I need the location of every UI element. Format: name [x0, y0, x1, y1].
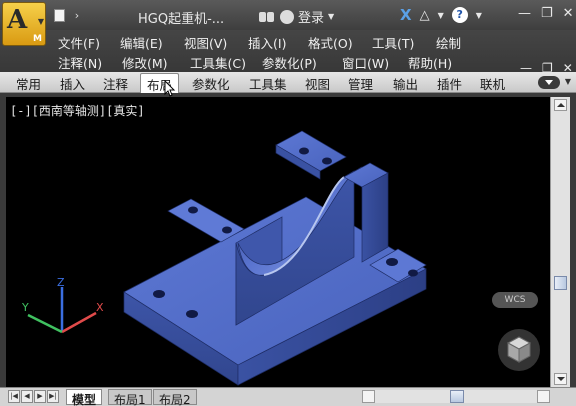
- menu-window[interactable]: 窗口(W): [342, 53, 408, 72]
- wcs-menu[interactable]: WCS: [492, 292, 538, 308]
- chevron-down-icon: ▼: [37, 17, 44, 26]
- ucs-y-label: Y: [21, 301, 29, 314]
- chevron-down-icon[interactable]: ▼: [476, 11, 482, 20]
- tab-annotate[interactable]: 注释: [103, 74, 128, 93]
- menu-parametric[interactable]: 参数化(P): [262, 53, 342, 72]
- mouse-cursor-icon: [164, 80, 176, 97]
- drawing-viewport[interactable]: [-][西南等轴测][真实] Z X Y WCS: [6, 97, 550, 387]
- tab-insert[interactable]: 插入: [60, 74, 85, 93]
- first-tab-icon[interactable]: |◀: [8, 390, 20, 403]
- close-icon[interactable]: ✕: [563, 6, 574, 21]
- ucs-x-label: X: [96, 301, 104, 314]
- horizontal-scroll-thumb[interactable]: [450, 390, 464, 403]
- menu-modify[interactable]: 修改(M): [122, 53, 190, 72]
- vertical-scroll-thumb[interactable]: [554, 276, 567, 290]
- user-icon[interactable]: [280, 9, 294, 24]
- restore-icon[interactable]: ❐: [541, 6, 553, 21]
- title-bar: › HGQ起重机-... 登录 ▼ X △ ▼ ? ▼ — ❐ ✕: [0, 0, 576, 32]
- ucs-z-label: Z: [57, 277, 65, 289]
- scroll-down-button[interactable]: [554, 373, 567, 385]
- application-menu-button[interactable]: A M ▼: [2, 2, 46, 46]
- chevron-down-icon[interactable]: ▼: [328, 12, 334, 21]
- viewcube-icon[interactable]: [498, 329, 540, 371]
- tab-parametric[interactable]: 参数化: [192, 74, 230, 93]
- last-tab-icon[interactable]: ▶|: [47, 390, 59, 403]
- menu-tools[interactable]: 工具(T): [372, 33, 436, 52]
- title-bar-tools: X △ ▼ ? ▼: [400, 6, 482, 24]
- menu-toolsets[interactable]: 工具集(C): [190, 53, 262, 72]
- ucs-axis-icon: Z X Y: [21, 277, 104, 334]
- exchange-x-icon[interactable]: X: [400, 6, 412, 24]
- chevron-down-icon[interactable]: ▼: [565, 77, 571, 86]
- tab-online[interactable]: 联机: [480, 74, 505, 93]
- tab-home[interactable]: 常用: [16, 74, 41, 93]
- tab-toolsets[interactable]: 工具集: [249, 74, 287, 93]
- tab-view[interactable]: 视图: [305, 74, 330, 93]
- connect-triangle-icon[interactable]: △: [420, 8, 430, 23]
- infocenter: 登录 ▼: [258, 7, 334, 26]
- bearing-block-model: [123, 130, 427, 386]
- menu-format[interactable]: 格式(O): [308, 33, 372, 52]
- tab-layout2[interactable]: 布局2: [153, 389, 197, 406]
- menu-insert[interactable]: 插入(I): [248, 33, 308, 52]
- horizontal-scrollbar[interactable]: [362, 390, 550, 403]
- scroll-up-button[interactable]: [554, 99, 567, 111]
- autocad-logo: A: [7, 5, 28, 35]
- window-controls: — ❐ ✕: [518, 6, 574, 21]
- layout-tab-bar: |◀ ◀ ▶ ▶| 模型 布局1 布局2: [0, 387, 576, 406]
- tab-output[interactable]: 输出: [393, 74, 418, 93]
- layout-nav-buttons: |◀ ◀ ▶ ▶|: [8, 390, 59, 403]
- tab-layout1[interactable]: 布局1: [108, 389, 152, 406]
- menu-annotate[interactable]: 注释(N): [58, 53, 122, 72]
- menu-row-2: 注释(N) 修改(M) 工具集(C) 参数化(P) 窗口(W) 帮助(H): [58, 53, 472, 72]
- logo-sub-label: M: [33, 34, 42, 44]
- frame-edge: [570, 97, 576, 387]
- ribbon-options-icon[interactable]: [538, 76, 560, 89]
- tab-plugins[interactable]: 插件: [437, 74, 462, 93]
- menu-file[interactable]: 文件(F): [58, 33, 120, 52]
- scroll-left-button[interactable]: [362, 390, 375, 403]
- menu-edit[interactable]: 编辑(E): [120, 33, 184, 52]
- next-tab-icon[interactable]: ▶: [34, 390, 46, 403]
- ribbon-tab-bar: 常用 插入 注释 布局 参数化 工具集 视图 管理 输出 插件 联机 ▼: [0, 72, 576, 93]
- prev-tab-icon[interactable]: ◀: [21, 390, 33, 403]
- new-document-icon[interactable]: [52, 8, 66, 24]
- window-title: HGQ起重机-...: [138, 12, 225, 27]
- tab-manage[interactable]: 管理: [348, 74, 373, 93]
- tab-model[interactable]: 模型: [66, 389, 103, 406]
- menu-help[interactable]: 帮助(H): [408, 53, 472, 72]
- binoculars-icon[interactable]: [258, 10, 276, 24]
- login-link[interactable]: 登录: [298, 7, 324, 26]
- chevron-down-icon[interactable]: ▼: [438, 11, 444, 20]
- quick-access-toolbar: ›: [52, 8, 84, 24]
- chevron-right-icon[interactable]: ›: [70, 8, 84, 24]
- menu-draw[interactable]: 绘制: [436, 33, 461, 52]
- help-icon[interactable]: ?: [451, 7, 468, 23]
- menu-row-1: 文件(F) 编辑(E) 视图(V) 插入(I) 格式(O) 工具(T) 绘制: [58, 33, 482, 52]
- minimize-icon[interactable]: —: [518, 6, 531, 21]
- scroll-right-button[interactable]: [537, 390, 550, 403]
- vertical-scrollbar[interactable]: [550, 97, 570, 387]
- menu-bar: 文件(F) 编辑(E) 视图(V) 插入(I) 格式(O) 工具(T) 绘制 注…: [0, 30, 576, 75]
- menu-view[interactable]: 视图(V): [184, 33, 248, 52]
